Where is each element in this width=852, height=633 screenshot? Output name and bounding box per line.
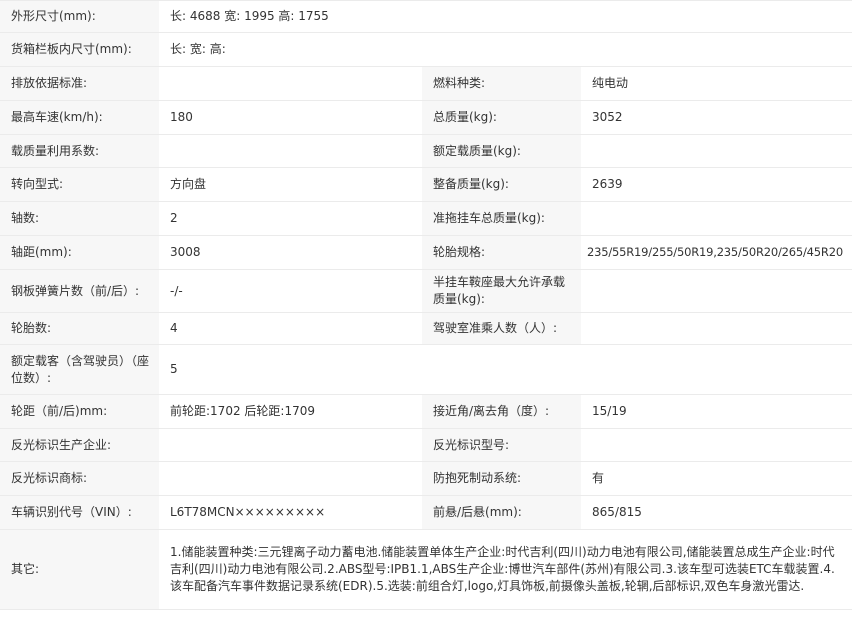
row-reflector-maker: 反光标识生产企业: 反光标识型号:: [0, 428, 852, 462]
row-cargo-box: 货箱栏板内尺寸(mm): 长: 宽: 高:: [0, 32, 852, 67]
label-reflector-maker: 反光标识生产企业:: [0, 428, 159, 462]
label-steering-type: 转向型式:: [0, 167, 159, 202]
value-dimensions: 长: 4688 宽: 1995 高: 1755: [159, 0, 852, 33]
value-total-mass: 3052: [581, 100, 852, 135]
value-rated-load: [581, 134, 852, 168]
row-dimensions: 外形尺寸(mm): 长: 4688 宽: 1995 高: 1755: [0, 0, 852, 33]
row-axles: 轴数: 2 准拖挂车总质量(kg):: [0, 201, 852, 236]
label-tire-spec: 轮胎规格:: [422, 235, 581, 270]
value-abs-system: 有: [581, 461, 852, 496]
row-wheelbase: 轴距(mm): 3008 轮胎规格: 235/55R19/255/50R19,2…: [0, 235, 852, 270]
row-seats: 额定载客（含驾驶员）（座位数）: 5: [0, 344, 852, 395]
value-rated-passengers: 5: [159, 344, 852, 395]
value-tire-spec: 235/55R19/255/50R19,235/50R20/265/45R20: [581, 235, 852, 270]
value-fuel-type: 纯电动: [581, 66, 852, 101]
value-fifth-wheel-load: [581, 269, 852, 313]
row-track: 轮距（前/后)mm: 前轮距:1702 后轮距:1709 接近角/离去角（度）:…: [0, 394, 852, 429]
label-cab-capacity: 驾驶室准乘人数（人）:: [422, 312, 581, 345]
label-overhang: 前悬/后悬(mm):: [422, 495, 581, 530]
value-steering-type: 方向盘: [159, 167, 422, 202]
row-other: 其它: 1.储能装置种类:三元锂离子动力蓄电池.储能装置单体生产企业:时代吉利(…: [0, 529, 852, 610]
value-vin: L6T78MCN×××××××××: [159, 495, 422, 530]
label-wheelbase: 轴距(mm):: [0, 235, 159, 270]
label-load-coefficient: 载质量利用系数:: [0, 134, 159, 168]
label-trailer-mass: 准拖挂车总质量(kg):: [422, 201, 581, 236]
label-rated-passengers: 额定载客（含驾驶员）（座位数）:: [0, 344, 159, 395]
label-cargo-box: 货箱栏板内尺寸(mm):: [0, 32, 159, 67]
label-reflector-model: 反光标识型号:: [422, 428, 581, 462]
row-tires: 轮胎数: 4 驾驶室准乘人数（人）:: [0, 312, 852, 345]
label-max-speed: 最高车速(km/h):: [0, 100, 159, 135]
value-leaf-spring: -/-: [159, 269, 422, 313]
row-vin: 车辆识别代号（VIN）: L6T78MCN××××××××× 前悬/后悬(mm)…: [0, 495, 852, 530]
label-fuel-type: 燃料种类:: [422, 66, 581, 101]
value-track-width: 前轮距:1702 后轮距:1709: [159, 394, 422, 429]
label-leaf-spring: 钢板弹簧片数（前/后）:: [0, 269, 159, 313]
value-trailer-mass: [581, 201, 852, 236]
label-tire-count: 轮胎数:: [0, 312, 159, 345]
value-cargo-box: 长: 宽: 高:: [159, 32, 852, 67]
label-dimensions: 外形尺寸(mm):: [0, 0, 159, 33]
value-curb-mass: 2639: [581, 167, 852, 202]
label-other: 其它:: [0, 529, 159, 610]
label-approach-departure: 接近角/离去角（度）:: [422, 394, 581, 429]
value-approach-departure: 15/19: [581, 394, 852, 429]
label-track-width: 轮距（前/后)mm:: [0, 394, 159, 429]
row-emission: 排放依据标准: 燃料种类: 纯电动: [0, 66, 852, 101]
label-rated-load: 额定载质量(kg):: [422, 134, 581, 168]
vehicle-spec-table: 外形尺寸(mm): 长: 4688 宽: 1995 高: 1755 货箱栏板内尺…: [0, 0, 852, 610]
value-emission-standard: [159, 66, 422, 101]
value-wheelbase: 3008: [159, 235, 422, 270]
value-reflector-maker: [159, 428, 422, 462]
label-emission-standard: 排放依据标准:: [0, 66, 159, 101]
value-cab-capacity: [581, 312, 852, 345]
label-vin: 车辆识别代号（VIN）:: [0, 495, 159, 530]
row-leaf-spring: 钢板弹簧片数（前/后）: -/- 半挂车鞍座最大允许承载质量(kg):: [0, 269, 852, 313]
value-axle-count: 2: [159, 201, 422, 236]
value-other: 1.储能装置种类:三元锂离子动力蓄电池.储能装置单体生产企业:时代吉利(四川)动…: [159, 529, 852, 610]
value-tire-count: 4: [159, 312, 422, 345]
label-curb-mass: 整备质量(kg):: [422, 167, 581, 202]
label-abs-system: 防抱死制动系统:: [422, 461, 581, 496]
value-reflector-model: [581, 428, 852, 462]
label-reflector-brand: 反光标识商标:: [0, 461, 159, 496]
label-fifth-wheel-load: 半挂车鞍座最大允许承载质量(kg):: [422, 269, 581, 313]
row-speed: 最高车速(km/h): 180 总质量(kg): 3052: [0, 100, 852, 135]
row-steering: 转向型式: 方向盘 整备质量(kg): 2639: [0, 167, 852, 202]
row-reflector-brand: 反光标识商标: 防抱死制动系统: 有: [0, 461, 852, 496]
label-axle-count: 轴数:: [0, 201, 159, 236]
value-overhang: 865/815: [581, 495, 852, 530]
value-reflector-brand: [159, 461, 422, 496]
row-load: 载质量利用系数: 额定载质量(kg):: [0, 134, 852, 168]
value-max-speed: 180: [159, 100, 422, 135]
label-total-mass: 总质量(kg):: [422, 100, 581, 135]
value-load-coefficient: [159, 134, 422, 168]
